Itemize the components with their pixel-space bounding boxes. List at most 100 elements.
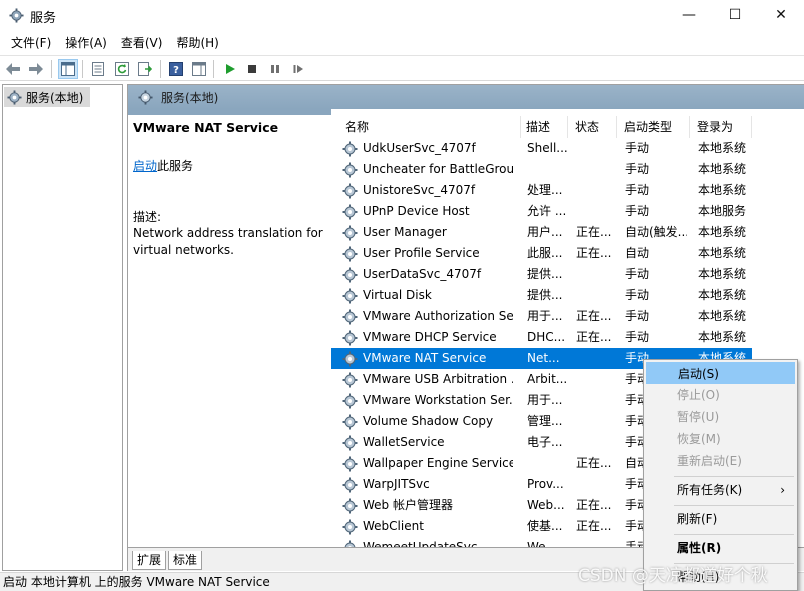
tab-standard[interactable]: 标准 <box>168 551 203 570</box>
stop-service-button[interactable] <box>242 59 262 79</box>
ctx-properties[interactable]: 属性(R) <box>646 537 795 559</box>
description-pane: VMware NAT Service 启动此服务 描述: Network add… <box>128 115 328 547</box>
service-logon-cell: 本地系统 <box>698 267 747 281</box>
service-description-cell: 使基... <box>527 519 563 533</box>
console-tree: 服务(本地) <box>2 84 123 571</box>
maximize-button[interactable]: ☐ <box>712 0 758 30</box>
service-status-cell <box>576 285 616 306</box>
menu-bar: 文件(F) 操作(A) 查看(V) 帮助(H) <box>0 32 804 54</box>
forward-button[interactable] <box>26 59 46 79</box>
back-button[interactable] <box>3 59 23 79</box>
column-header-log-on-as[interactable]: 登录为 <box>689 116 752 138</box>
service-row[interactable]: UPnP Device Host 允许 ... 手动 本地服务 <box>331 201 752 222</box>
service-name-cell: UdkUserSvc_4707f <box>363 141 476 155</box>
play-icon <box>226 64 235 74</box>
service-name-cell: Virtual Disk <box>363 288 432 302</box>
close-icon: ✕ <box>775 7 787 23</box>
service-startup-type-cell: 手动 <box>625 183 650 197</box>
service-description-cell: 用于... <box>527 309 563 323</box>
service-status-cell <box>576 348 616 369</box>
service-description-cell: 用户... <box>527 225 563 239</box>
column-header-startup-type[interactable]: 启动类型 <box>616 116 690 138</box>
start-service-button[interactable] <box>220 59 240 79</box>
ctx-start[interactable]: 启动(S) <box>646 362 795 384</box>
restart-service-button[interactable] <box>288 59 308 79</box>
help-button[interactable]: ? <box>166 59 186 79</box>
service-row[interactable]: UdkUserSvc_4707f Shell... 手动 本地系统 <box>331 138 752 159</box>
service-logon-cell: 本地系统 <box>698 183 747 197</box>
ctx-all-tasks[interactable]: 所有任务(K) › <box>646 479 795 501</box>
show-pane-button[interactable] <box>189 59 209 79</box>
toolbar-separator <box>213 60 214 78</box>
service-gear-icon <box>342 204 358 220</box>
service-description-cell <box>527 453 571 474</box>
service-logon-cell: 本地系统 <box>698 330 747 344</box>
services-gear-icon <box>9 8 24 23</box>
menu-file[interactable]: 文件(F) <box>4 33 58 53</box>
service-row[interactable]: Virtual Disk 提供... 手动 本地系统 <box>331 285 752 306</box>
ctx-resume[interactable]: 恢复(M) <box>646 428 795 450</box>
column-header-description[interactable]: 描述 <box>518 116 568 138</box>
tree-item-services-local[interactable]: 服务(本地) <box>4 87 90 107</box>
start-service-line: 启动此服务 <box>133 157 193 174</box>
service-description-cell: 用于... <box>527 393 563 407</box>
pause-icon <box>271 65 279 73</box>
ctx-pause[interactable]: 暂停(U) <box>646 406 795 428</box>
ctx-stop[interactable]: 停止(O) <box>646 384 795 406</box>
stop-icon <box>248 65 256 73</box>
service-logon-cell: 本地系统 <box>698 309 747 323</box>
service-description-cell: Arbit... <box>527 372 568 386</box>
tab-extended[interactable]: 扩展 <box>132 551 167 570</box>
column-header-name[interactable]: 名称 <box>337 116 521 138</box>
export-list-button[interactable] <box>135 59 155 79</box>
service-description-cell: 电子... <box>527 435 563 449</box>
close-button[interactable]: ✕ <box>758 0 804 30</box>
service-status-cell <box>576 264 616 285</box>
refresh-button[interactable] <box>112 59 132 79</box>
service-name-cell: UserDataSvc_4707f <box>363 267 482 281</box>
service-row[interactable]: VMware Authorization Se... 用于... 正在... 手动 本地… <box>331 306 752 327</box>
service-row[interactable]: VMware DHCP Service DHC... 正在... 手动 本地系统 <box>331 327 752 348</box>
ctx-restart[interactable]: 重新启动(E) <box>646 450 795 472</box>
service-name-cell: Web 帐户管理器 <box>363 498 453 512</box>
service-row[interactable]: Uncheater for BattleGrou... 手动 本地系统 <box>331 159 752 180</box>
menu-action[interactable]: 操作(A) <box>58 33 114 53</box>
refresh-icon <box>115 62 129 76</box>
column-header-status[interactable]: 状态 <box>567 116 617 138</box>
column-header-row: 名称 描述 状态 启动类型 登录为 <box>331 116 804 138</box>
service-gear-icon <box>342 162 358 178</box>
service-name-cell: UnistoreSvc_4707f <box>363 183 476 197</box>
properties-button[interactable] <box>88 59 108 79</box>
console-tree-icon <box>61 62 75 76</box>
service-name-cell: WebClient <box>363 519 424 533</box>
service-status-cell <box>576 201 616 222</box>
service-status-cell <box>576 180 616 201</box>
service-row[interactable]: User Profile Service 此服... 正在... 自动 本地系统 <box>331 243 752 264</box>
service-gear-icon <box>342 519 358 535</box>
service-status-cell <box>576 411 616 432</box>
show-console-tree-button[interactable] <box>58 59 78 79</box>
service-gear-icon <box>342 246 358 262</box>
menu-help[interactable]: 帮助(H) <box>169 33 225 53</box>
ctx-separator <box>674 505 794 506</box>
service-logon-cell: 本地系统 <box>698 141 747 155</box>
service-status-cell: 正在... <box>576 330 612 344</box>
ctx-separator <box>674 534 794 535</box>
menu-view[interactable]: 查看(V) <box>114 33 170 53</box>
services-gear-icon <box>138 89 153 105</box>
service-row[interactable]: UnistoreSvc_4707f 处理... 手动 本地系统 <box>331 180 752 201</box>
start-service-link-suffix: 此服务 <box>157 159 194 173</box>
start-service-link[interactable]: 启动 <box>133 159 157 173</box>
pause-service-button[interactable] <box>265 59 285 79</box>
service-row[interactable]: UserDataSvc_4707f 提供... 手动 本地系统 <box>331 264 752 285</box>
service-row[interactable]: User Manager 用户... 正在... 自动(触发... 本地系统 <box>331 222 752 243</box>
minimize-icon: — <box>682 7 696 23</box>
show-pane-icon <box>192 62 206 76</box>
service-startup-type-cell: 自动 <box>625 246 650 260</box>
service-startup-type-cell: 手动 <box>625 309 650 323</box>
ctx-refresh[interactable]: 刷新(F) <box>646 508 795 530</box>
maximize-icon: ☐ <box>728 7 742 23</box>
minimize-button[interactable]: — <box>666 0 712 30</box>
toolbar-separator <box>82 60 83 78</box>
tree-item-label: 服务(本地) <box>26 90 84 105</box>
